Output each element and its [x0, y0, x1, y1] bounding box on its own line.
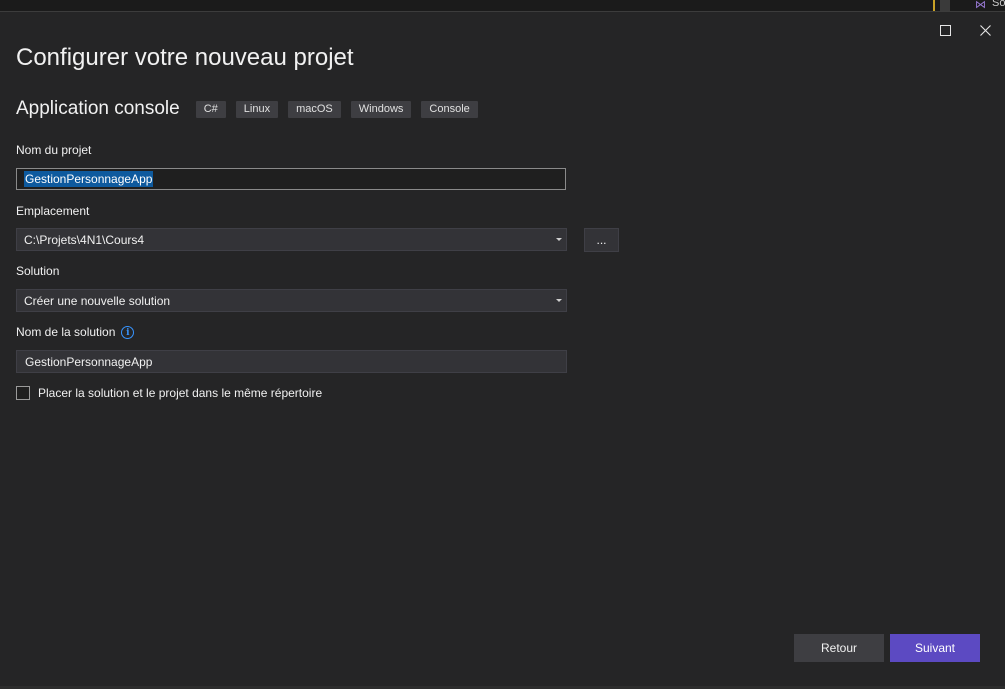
tag-linux: Linux — [235, 100, 279, 118]
solution-name-input[interactable]: GestionPersonnageApp — [16, 350, 567, 373]
dropdown-arrow-icon — [556, 299, 562, 302]
solution-name-label-row: Nom de la solution i — [16, 325, 135, 340]
same-directory-checkbox[interactable] — [16, 386, 30, 400]
same-directory-label: Placer la solution et le projet dans le … — [38, 386, 323, 400]
next-button[interactable]: Suivant — [890, 634, 980, 662]
new-project-dialog: Configurer votre nouveau projet Applicat… — [0, 11, 1005, 687]
ide-marker — [933, 0, 935, 11]
tag-windows: Windows — [350, 100, 412, 118]
close-icon — [979, 24, 991, 36]
ide-scrollbar — [940, 0, 950, 11]
project-name-input[interactable]: GestionPersonnageApp — [16, 168, 566, 190]
project-name-value: GestionPersonnageApp — [24, 171, 154, 187]
solution-value: Créer une nouvelle solution — [24, 293, 171, 308]
location-label: Emplacement — [16, 204, 90, 218]
window: ⋈ So Configurer votre nouveau projet App… — [0, 0, 1005, 689]
maximize-icon — [939, 24, 951, 36]
browse-button[interactable]: ... — [584, 228, 619, 252]
same-directory-option[interactable]: Placer la solution et le projet dans le … — [16, 386, 322, 400]
background-ide-strip: ⋈ So — [0, 0, 1005, 11]
maximize-button[interactable] — [934, 19, 956, 41]
location-combobox[interactable]: C:\Projets\4N1\Cours4 — [16, 228, 567, 251]
tag-console: Console — [421, 100, 478, 118]
dropdown-arrow-icon — [556, 238, 562, 241]
location-value: C:\Projets\4N1\Cours4 — [24, 232, 145, 247]
back-button[interactable]: Retour — [794, 634, 884, 662]
template-header: Application console C# Linux macOS Windo… — [16, 98, 488, 120]
page-title: Configurer votre nouveau projet — [16, 44, 354, 71]
solution-combobox[interactable]: Créer une nouvelle solution — [16, 289, 567, 312]
close-button[interactable] — [974, 19, 996, 41]
visual-studio-icon: ⋈ — [975, 0, 986, 11]
solution-name-value: GestionPersonnageApp — [25, 354, 153, 369]
info-icon[interactable]: i — [121, 326, 135, 340]
solution-label: Solution — [16, 264, 60, 278]
template-name: Application console — [16, 98, 180, 119]
tag-csharp: C# — [195, 100, 226, 118]
project-name-label: Nom du projet — [16, 143, 92, 157]
solution-name-label: Nom de la solution — [16, 325, 116, 339]
background-ide-label: So — [992, 0, 1005, 9]
tag-macos: macOS — [288, 100, 341, 118]
